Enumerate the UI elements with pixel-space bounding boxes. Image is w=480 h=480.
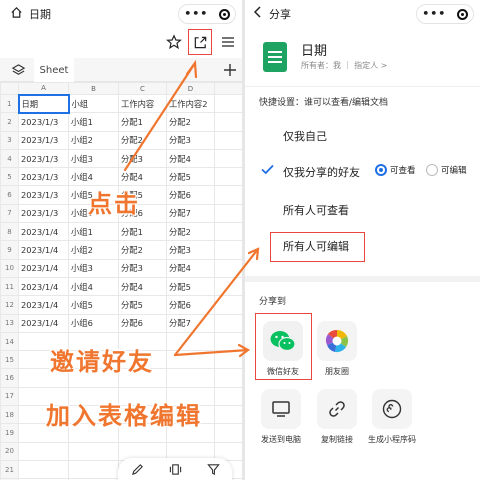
arrow-to-edit (173, 247, 260, 357)
annotation-join: 加入表格编辑 (46, 402, 202, 430)
annotation-click: 点击 (88, 190, 140, 218)
arrow-to-share (123, 61, 197, 172)
arrow-to-wechat (173, 348, 250, 357)
annotation-invite: 邀请好友 (50, 348, 154, 376)
